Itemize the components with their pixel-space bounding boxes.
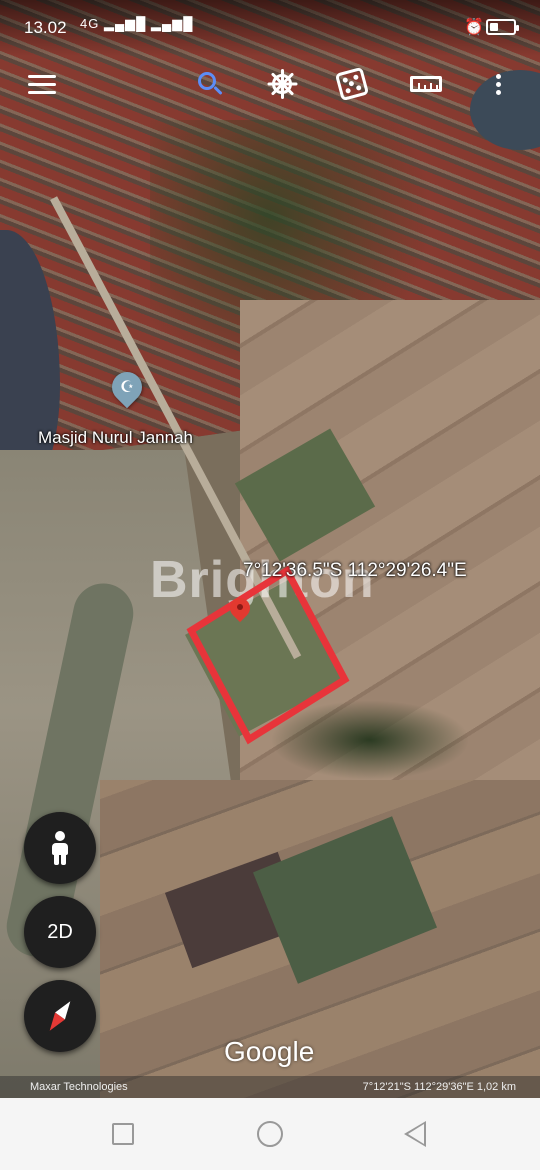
search-icon bbox=[196, 70, 224, 98]
search-button[interactable] bbox=[190, 64, 230, 104]
signal-icon: 4G ▂▄▆█ ▂▄▆█ bbox=[80, 16, 194, 31]
google-logo: Google bbox=[224, 1036, 315, 1067]
place-label[interactable]: Masjid Nurul Jannah bbox=[38, 428, 193, 448]
coordinates-label[interactable]: 7°12'36.5"S 112°29'26.4"E bbox=[243, 560, 467, 582]
mosque-marker[interactable]: ☪ bbox=[105, 365, 149, 412]
toolbar bbox=[0, 60, 540, 106]
measure-button[interactable] bbox=[406, 64, 446, 104]
more-vert-icon[interactable] bbox=[478, 64, 518, 104]
status-bar: 13.02 4G ▂▄▆█ ▂▄▆█ ⏰ bbox=[0, 0, 540, 56]
back-triangle-icon[interactable] bbox=[404, 1121, 426, 1147]
feeling-lucky-button[interactable] bbox=[332, 64, 372, 104]
attribution-bar: Maxar Technologies 7°12'21"S 112°29'36"E… bbox=[0, 1076, 540, 1098]
treeline bbox=[270, 700, 470, 780]
network-type: 4G bbox=[80, 16, 100, 31]
battery-icon bbox=[486, 19, 519, 35]
home-circle-icon[interactable] bbox=[257, 1121, 283, 1147]
mode-label: 2D bbox=[47, 920, 73, 943]
voyager-button[interactable] bbox=[262, 64, 302, 104]
street-view-button[interactable] bbox=[24, 812, 96, 884]
crescent-icon: ☪ bbox=[120, 379, 135, 396]
dice-icon bbox=[334, 66, 370, 102]
menu-icon[interactable] bbox=[22, 64, 62, 104]
ruler-icon bbox=[410, 76, 442, 92]
location-pin-icon[interactable] bbox=[225, 593, 255, 628]
scale-info: 7°12'21"S 112°29'36"E 1,02 km bbox=[362, 1081, 516, 1093]
ship-wheel-icon bbox=[267, 69, 297, 99]
alarm-icon: ⏰ bbox=[464, 19, 484, 36]
battery-level bbox=[490, 23, 498, 31]
2d-toggle-button[interactable]: 2D bbox=[24, 896, 96, 968]
compass-icon bbox=[37, 993, 82, 1040]
imagery-attribution: Maxar Technologies bbox=[30, 1081, 128, 1093]
person-icon bbox=[48, 831, 72, 865]
compass-button[interactable] bbox=[24, 980, 96, 1052]
system-nav-bar bbox=[0, 1098, 540, 1170]
recents-square-icon[interactable] bbox=[112, 1123, 134, 1145]
status-time: 13.02 bbox=[24, 18, 67, 37]
